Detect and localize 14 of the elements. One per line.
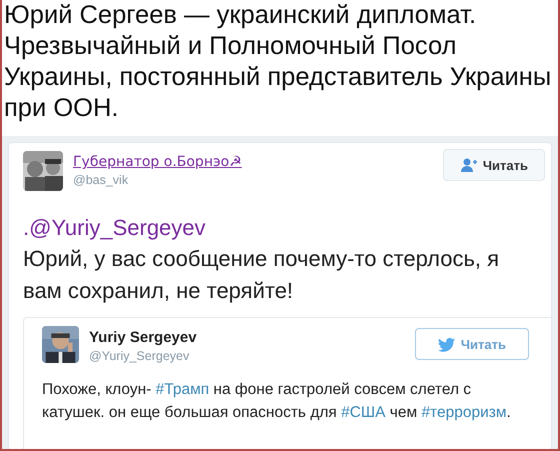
add-person-icon (460, 157, 478, 173)
tweet-text: Похоже, клоун- #Трамп на фоне гастролей совсем слетел с катушек. он еще большая опасность для #США чем #терроризм. (42, 380, 512, 422)
hashtag-link[interactable]: #Трамп (156, 381, 210, 398)
author-handle: @bas_vik (73, 173, 130, 187)
author-name[interactable]: Губернатор о.Борнэо☭ (73, 154, 443, 170)
hashtag-link[interactable]: #терроризм (421, 404, 507, 420)
mention-link[interactable]: .@Yuriy_Sergeyev (23, 215, 206, 241)
caption-text: Юрий Сергеев — украинский дипломат. Чрезвычайный и Полномочный Посол Украины, постоянный представитель Украины при ООН. (3, 0, 552, 124)
author-handle: @Yuriy_Sergeyev (89, 349, 190, 363)
author-name[interactable]: Yuriy Sergeyev (89, 329, 415, 346)
hashtag-link[interactable]: #США (341, 404, 386, 420)
follow-button[interactable]: Читать (442, 149, 545, 181)
tweet-text: Юрий, у вас сообщение почему-то стерлось, я вам сохранил, не теряйте! (23, 245, 500, 305)
bird-icon (438, 336, 456, 352)
